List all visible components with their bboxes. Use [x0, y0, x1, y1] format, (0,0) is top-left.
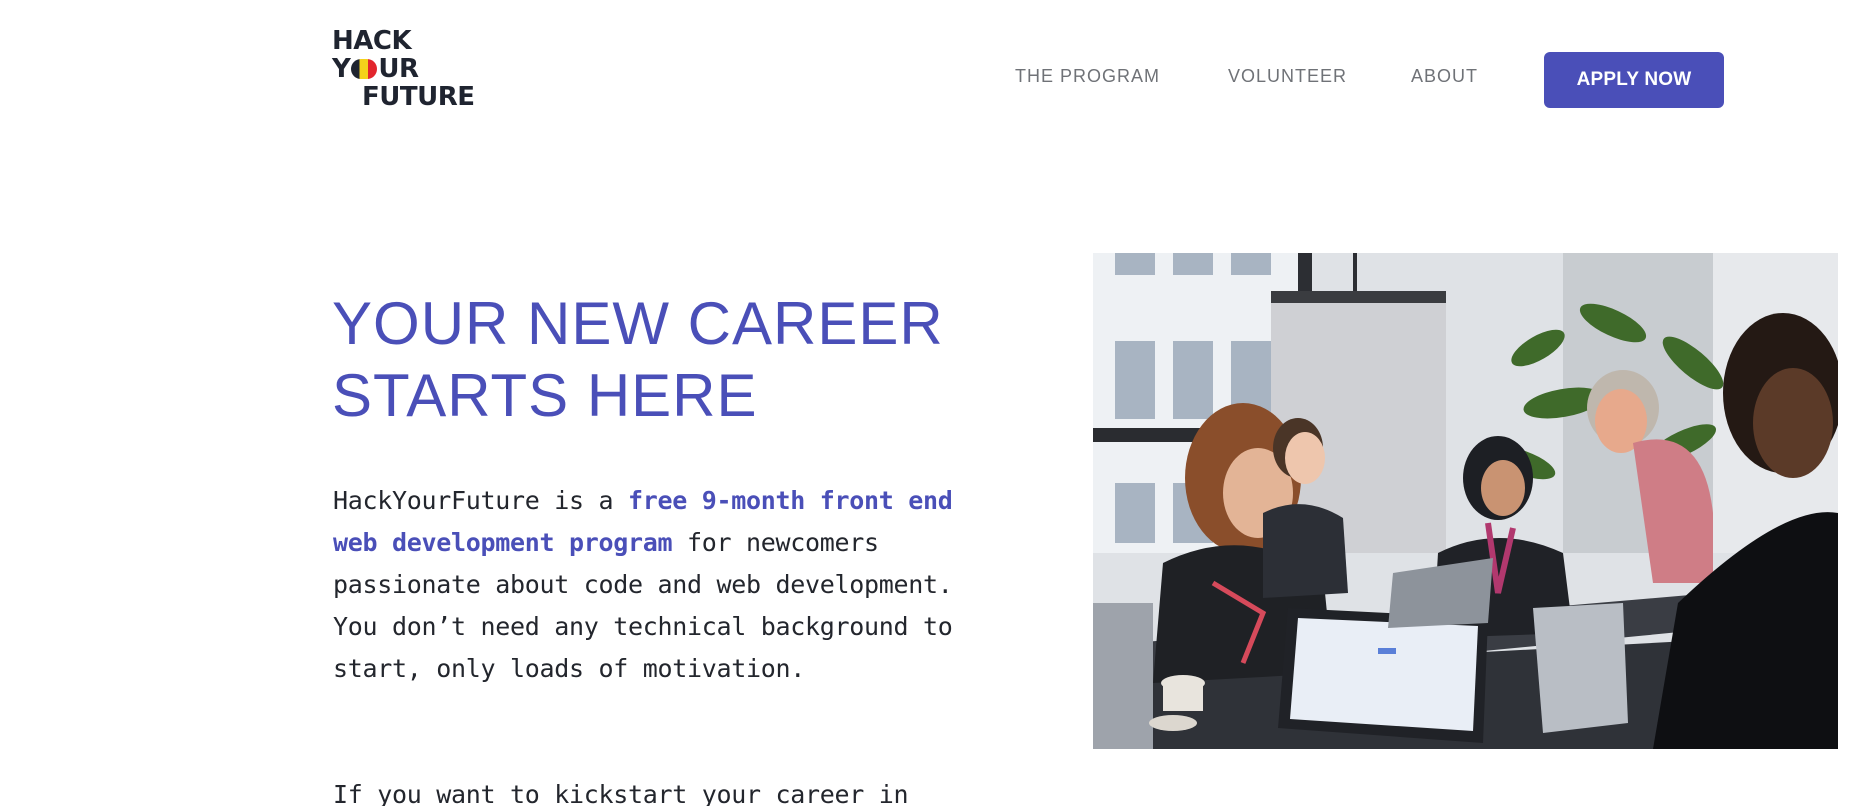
hero-title-line-1: YOUR NEW CAREER [332, 290, 944, 357]
hero-title: YOUR NEW CAREER STARTS HERE [332, 288, 972, 432]
hero-second-paragraph: If you want to kickstart your career in [333, 780, 909, 806]
nav-link-about[interactable]: ABOUT [1411, 66, 1478, 87]
logo-letter-y: Y [332, 54, 351, 84]
nav-link-the-program[interactable]: THE PROGRAM [1015, 66, 1160, 87]
logo-line-future: FUTURE [362, 82, 475, 112]
logo-letters-ur: UR [378, 54, 419, 84]
logo[interactable]: HACK Y UR FUTURE [332, 28, 492, 110]
logo-line-hack: HACK [332, 26, 412, 56]
hero-photo-classroom [1093, 253, 1838, 749]
belgian-flag-icon [351, 59, 378, 79]
logo-line-your: Y UR [332, 54, 419, 84]
hero-title-line-2: STARTS HERE [332, 362, 758, 429]
apply-now-button[interactable]: APPLY NOW [1544, 52, 1724, 108]
classroom-photo-illustration [1093, 253, 1838, 749]
hero-intro-paragraph: HackYourFuture is a free 9-month front e… [333, 480, 983, 690]
nav-link-volunteer[interactable]: VOLUNTEER [1228, 66, 1347, 87]
intro-text-start: HackYourFuture is a [333, 486, 629, 515]
